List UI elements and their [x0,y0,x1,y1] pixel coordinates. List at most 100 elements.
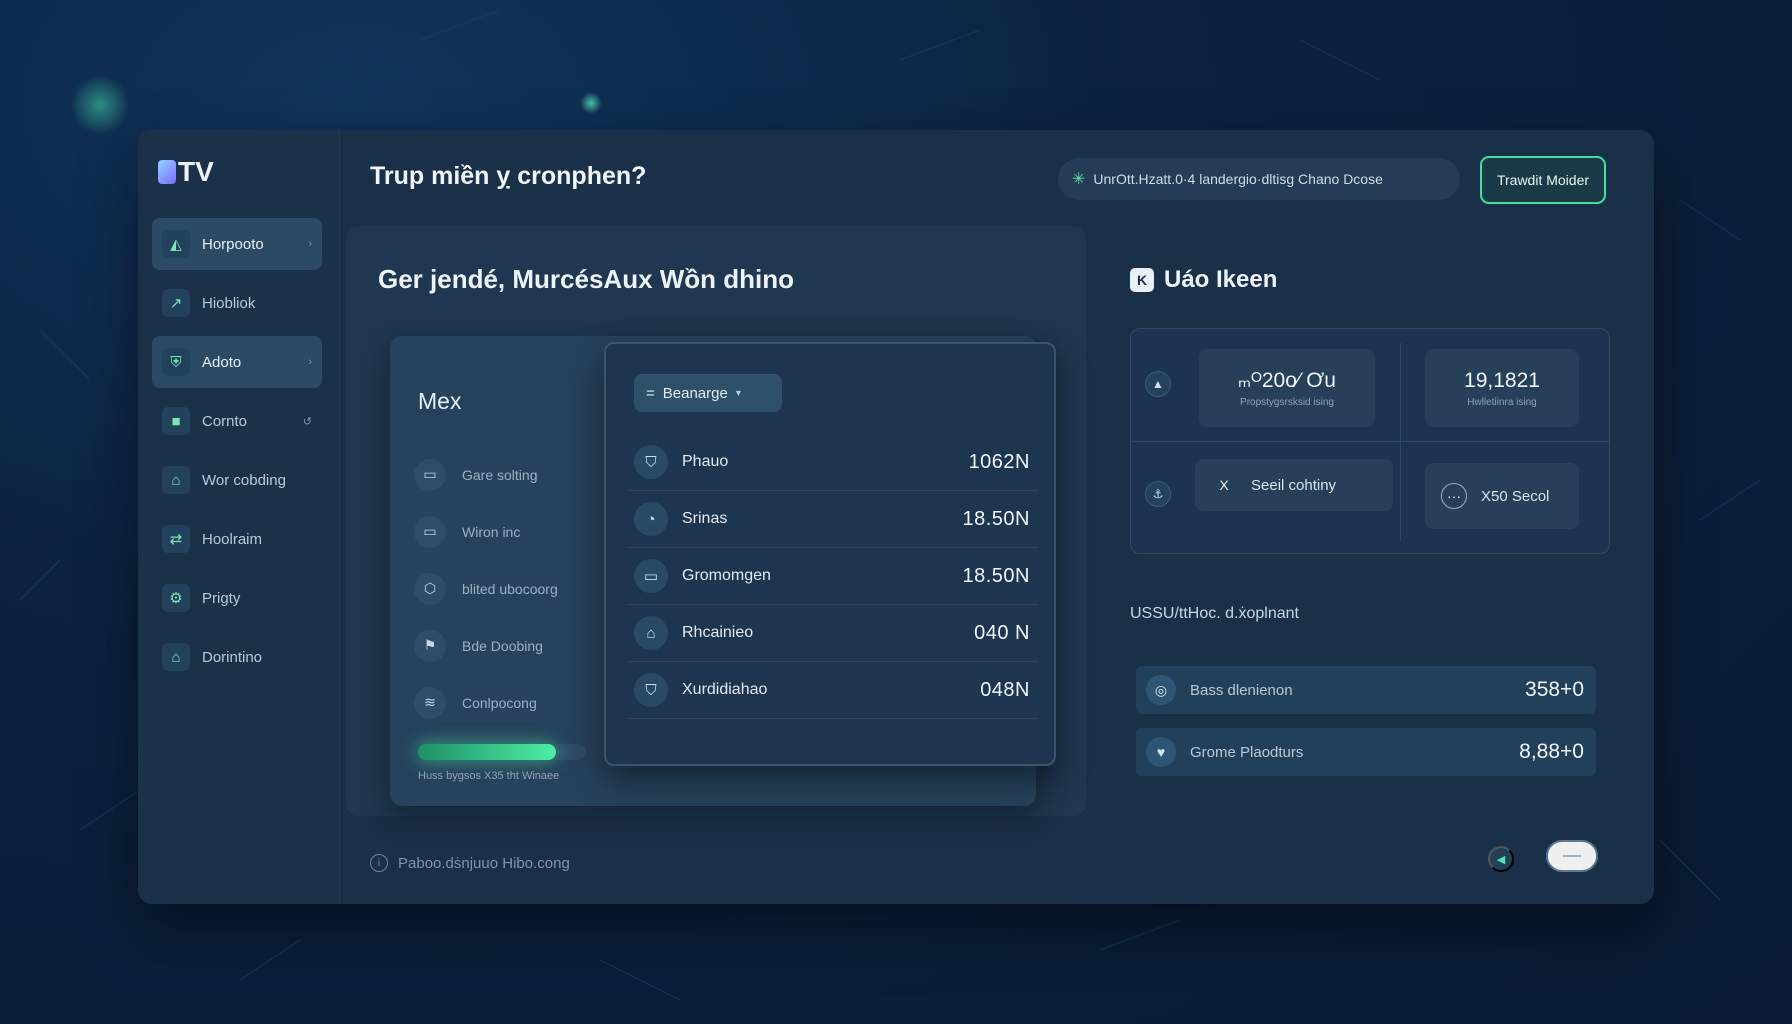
shield-icon: ⛉ [634,445,668,479]
info-icon: i [370,854,388,872]
status-pill[interactable]: ✳ UnrOtt.Hzatt.0·4 landergio·dltisg Chan… [1058,158,1460,200]
primary-action-button[interactable]: Trawdit Moider [1480,156,1606,204]
sidebar-item-adoto[interactable]: ⛨ Adoto › [152,336,322,388]
sidebar-item-cornto[interactable]: ■ Cornto ↺ [152,395,322,447]
table-row[interactable]: ⛉ Phauo 1062N [628,434,1038,491]
list-item[interactable]: ⚑ Bde Doobing [414,617,614,674]
summary-label: USSU/ttHoc. d.ẋoplnant [1130,605,1299,622]
progress-caption: Huss bygsos X35 tht Winaee [418,770,560,782]
row-label: Rhcainieo [682,624,754,641]
right-heading: K Uáo Ikeen [1130,266,1277,294]
progress-bar [418,744,586,760]
right-heading-text: Uáo Ikeen [1164,266,1278,293]
summary-row[interactable]: ◎ Bass dlenienon 358+0 [1136,666,1596,714]
list-item[interactable]: ▭ Wiron inc [414,503,614,560]
stats-box: ▲ ₘᴼ20o⁄ Ơu Propstygsrsksid ising 19,182… [1130,328,1610,554]
more-icon: ··· [1441,483,1467,509]
close-icon: X [1219,477,1229,493]
row-value: 18.50N [962,564,1030,587]
main-content: Trup miền ỵ cronphen? ✳ UnrOtt.Hzatt.0·4… [340,130,1654,904]
sidebar-item-label: Prigty [202,589,241,607]
sidebar-item-hoolraim[interactable]: ⇄ Hoolraim [152,513,322,565]
sidebar-item-hiobliok[interactable]: ↗ Hiobliok [152,277,322,329]
logo-mark-icon [158,160,176,184]
sidebar-item-label: Cornto [202,412,248,430]
previous-button[interactable]: ◀ [1488,846,1514,872]
settings-icon: ⚙ [162,584,190,612]
sidebar-item-label: Hiobliok [202,294,256,312]
status-text: UnrOtt.Hzatt.0·4 landergio·dltisg Chano … [1093,171,1383,187]
summary-row[interactable]: ♥ Grome Plaodturs 8,88+0 [1136,728,1596,776]
sidebar-nav: ◭ Horpooto › ↗ Hiobliok ⛨ Adoto › ■ Corn… [152,218,322,690]
table-row[interactable]: ⌂ Rhcainieo 040 N [628,605,1038,662]
sidebar-item-label: Wor cobding [202,471,286,489]
device-icon: ▭ [414,458,446,491]
list-item[interactable]: ≋ Conlpocong [414,674,614,731]
sidebar-item-dorintino[interactable]: ⌂ Dorintino [152,631,322,683]
sidebar-item-label: Dorintino [202,648,263,666]
list-item-label: Bde Doobing [462,637,543,654]
flag-icon: ⚑ [414,629,446,662]
badge-icon: ⬡ [414,572,446,605]
sidebar-item-prigty[interactable]: ⚙ Prigty [152,572,322,624]
list-item[interactable]: ▭ Gare solting [414,446,614,503]
trend-icon: ↗ [162,289,190,317]
stat-tile[interactable]: ₘᴼ20o⁄ Ơu Propstygsrsksid ising [1199,349,1375,427]
stat-value: ₘᴼ20o⁄ Ơu [1238,369,1336,392]
list-item-label: blited ubocoorg [462,580,558,597]
table-row[interactable]: ▭ Gromomgen 18.50N [628,548,1038,605]
card-icon: ▭ [634,559,668,593]
sidebar: TV ◭ Horpooto › ↗ Hiobliok ⛨ Adoto › ■ C… [138,130,340,904]
layers-icon: ≋ [414,686,446,719]
page-title: Trup miền ỵ cronphen? [370,162,647,190]
square-icon: ■ [162,407,190,435]
category-dropdown[interactable]: = Beanarge ▾ [634,374,782,412]
anchor-icon: ⚓ [1145,481,1171,507]
chart-icon: ◭ [162,230,190,258]
collapse-button[interactable] [1546,840,1598,872]
refresh-icon: ↺ [302,415,312,428]
list-item-label: Gare solting [462,466,538,483]
center-heading: Ger jendé, MurcésAux Wồn dhino [378,264,795,294]
list-item-label: Conlpocong [462,694,537,711]
list-item[interactable]: ⬡ blited ubocoorg [414,560,614,617]
summary-row-label: Grome Plaodturs [1190,743,1304,761]
stat-label: Hwlletiinra ising [1467,396,1537,408]
stat-tile[interactable]: 19,1821 Hwlletiinra ising [1425,349,1579,427]
chevron-right-icon: › [308,238,312,250]
divider [1400,343,1401,541]
app-icon: K [1130,268,1154,292]
front-card: = Beanarge ▾ ⛉ Phauo 1062N ◔ Srinas 18.5… [604,342,1056,766]
home-icon: ⌂ [162,643,190,671]
row-label: Xurdidiahao [682,681,768,698]
summary-row-value: 8,88+0 [1519,740,1584,763]
sidebar-item-horpooto[interactable]: ◭ Horpooto › [152,218,322,270]
pie-icon: ◔ [634,502,668,536]
back-card-title: Mex [418,388,462,414]
signal-icon: ✳ [1072,171,1086,188]
trophy-icon: ♥ [1146,737,1176,767]
dropdown-label: Beanarge [662,384,728,402]
table-row[interactable]: ⛉ Xurdidiahao 048N [628,662,1038,719]
user-swap-icon: ⇄ [162,525,190,553]
shield-icon: ⛉ [634,673,668,707]
stat-label: Propstygsrsksid ising [1240,397,1334,408]
footer-text: Paboo.dṡnjuuo Hibo.cong [398,854,570,872]
chevron-down-icon: ▾ [735,387,741,399]
x50-secol-button[interactable]: ··· X50 Secol [1425,463,1579,529]
center-panel: Ger jendé, MurcésAux Wồn dhino Mex ▭ Gar… [346,226,1086,816]
row-label: Phauo [682,453,729,470]
sidebar-item-label: Horpooto [202,235,264,253]
table-row[interactable]: ◔ Srinas 18.50N [628,491,1038,548]
front-card-list: ⛉ Phauo 1062N ◔ Srinas 18.50N ▭ Gromomge… [628,434,1038,719]
sidebar-item-wor-cobding[interactable]: ⌂ Wor cobding [152,454,322,506]
app-window: TV ◭ Horpooto › ↗ Hiobliok ⛨ Adoto › ■ C… [138,130,1654,904]
target-icon: ◎ [1146,675,1176,705]
footer-link[interactable]: i Paboo.dṡnjuuo Hibo.cong [370,854,570,872]
monitor-icon: ▭ [414,515,446,548]
summary-row-label: Bass dlenienon [1190,681,1293,699]
logo[interactable]: TV [158,156,214,188]
row-value: 040 N [974,621,1030,644]
menu-icon: = [646,384,655,402]
seeil-cohtiny-button[interactable]: X Seeil cohtiny [1195,459,1393,511]
